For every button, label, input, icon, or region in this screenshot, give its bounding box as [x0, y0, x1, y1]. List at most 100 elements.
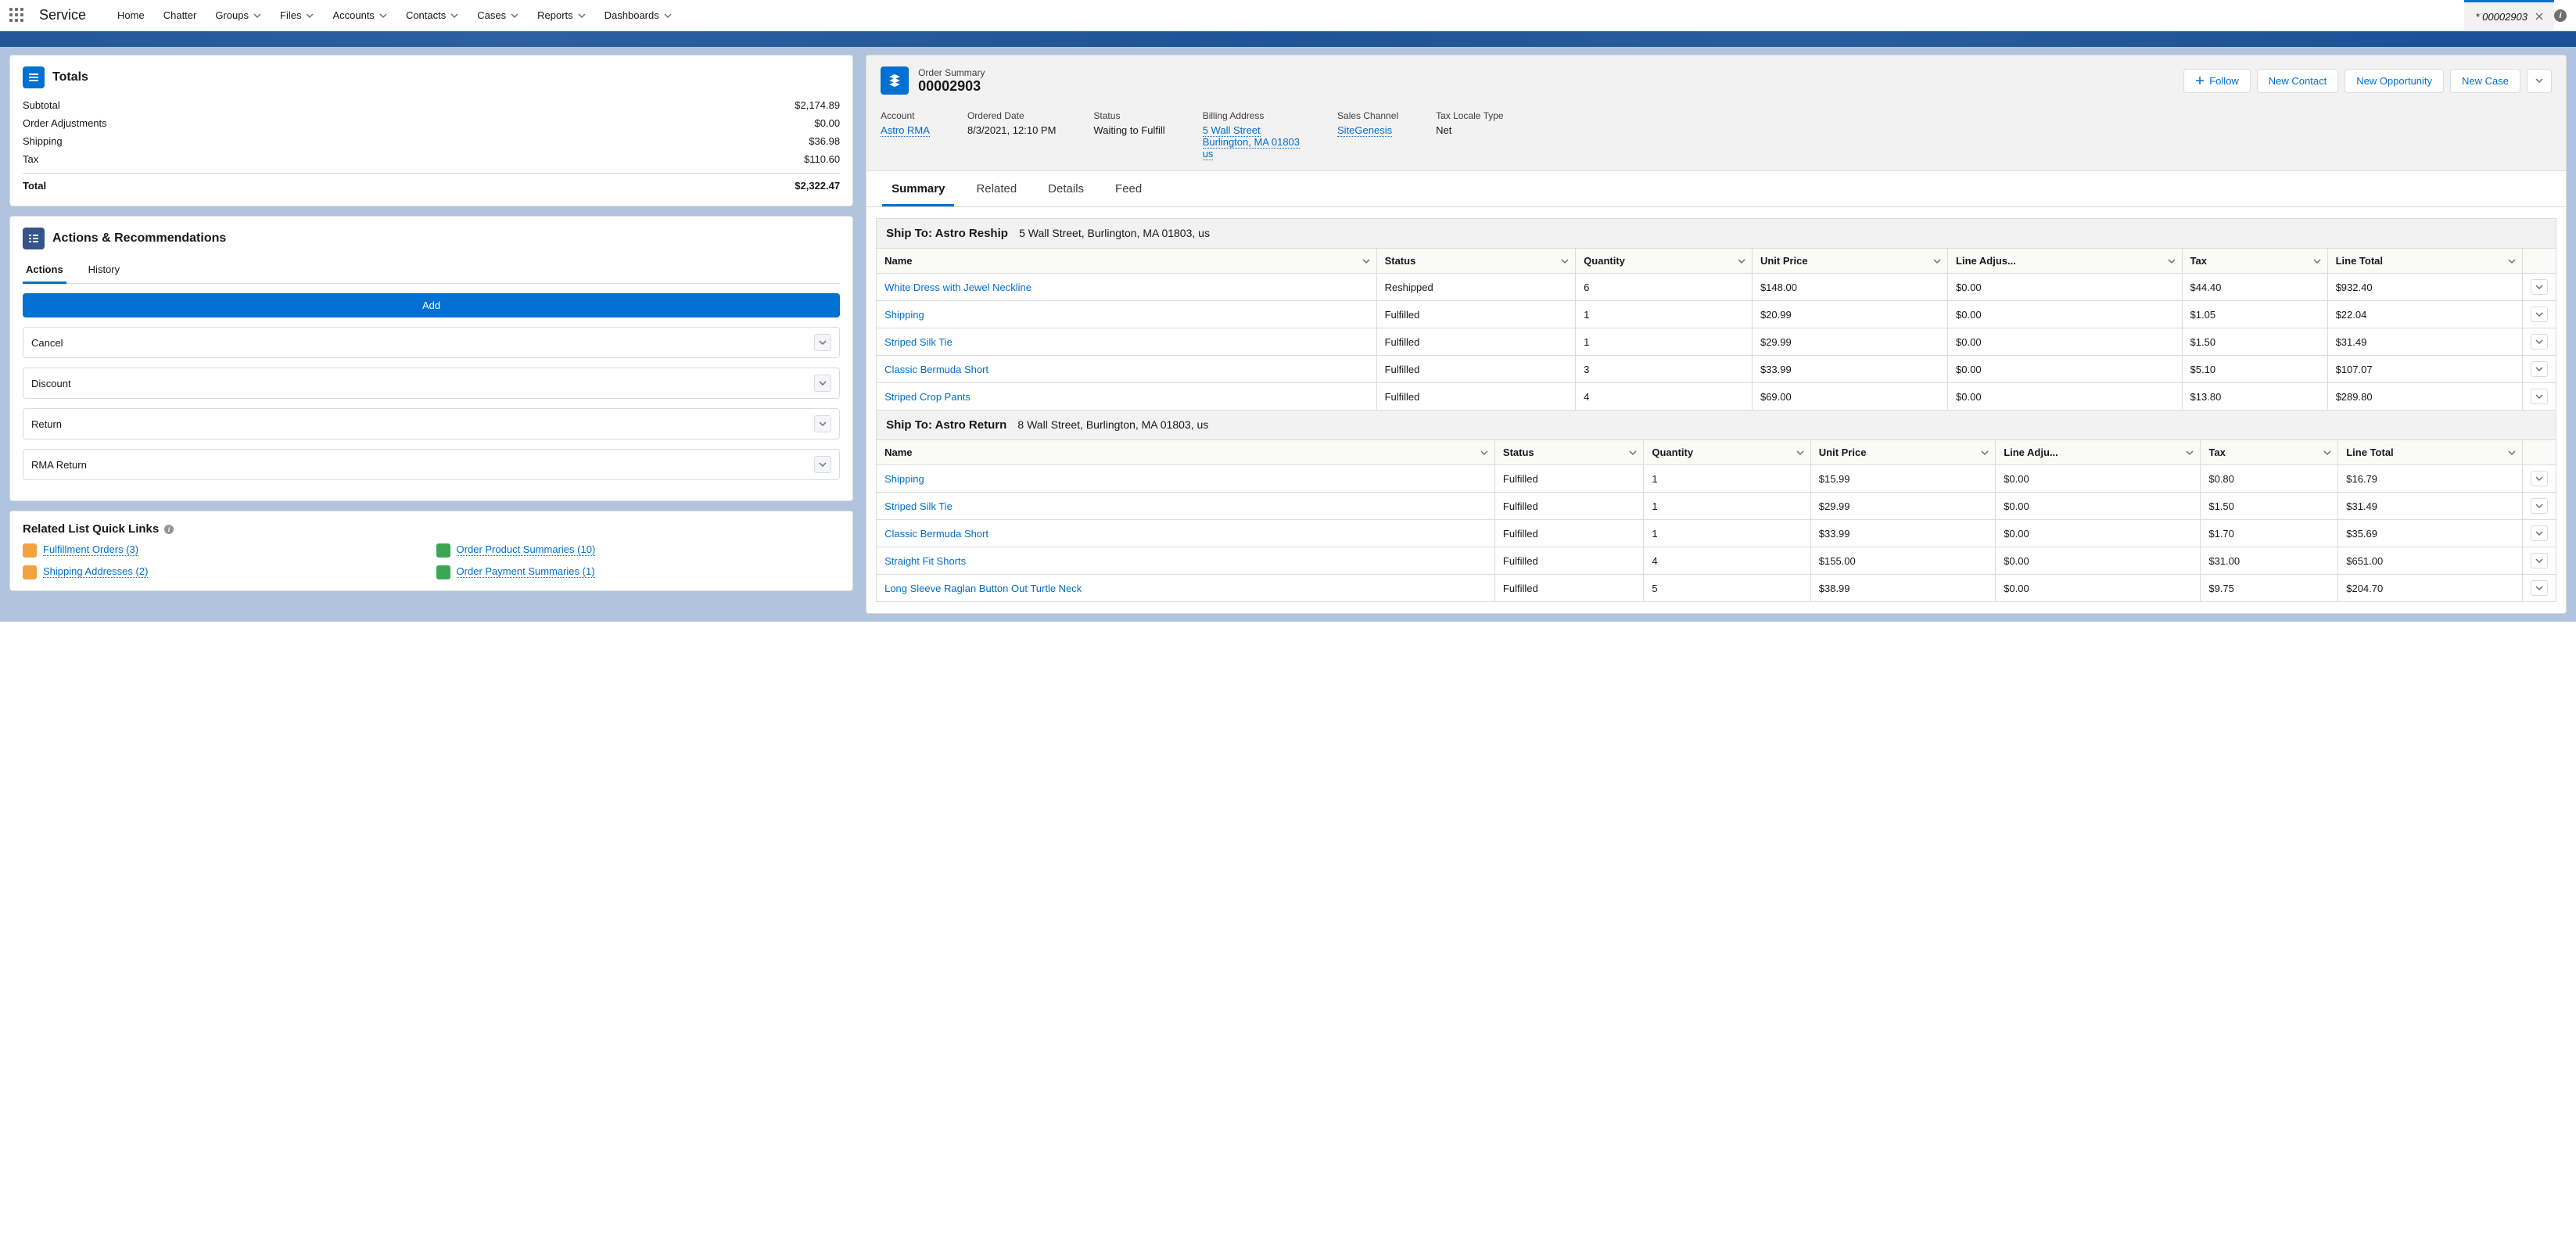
action-option-label: Discount: [31, 378, 71, 389]
new-contact-button[interactable]: New Contact: [2257, 69, 2338, 93]
tab-actions[interactable]: Actions: [23, 257, 66, 283]
product-link[interactable]: Striped Silk Tie: [884, 336, 953, 348]
tab-summary[interactable]: Summary: [876, 171, 960, 206]
col-name[interactable]: Name: [877, 249, 1376, 274]
cell-status: Fulfilled: [1494, 547, 1643, 575]
nav-item-contacts[interactable]: Contacts: [396, 0, 468, 30]
cell-status: Fulfilled: [1494, 493, 1643, 520]
action-option-label: Cancel: [31, 337, 63, 349]
nav-item-home[interactable]: Home: [108, 0, 154, 30]
col-tax[interactable]: Tax: [2182, 249, 2327, 274]
close-icon[interactable]: [2535, 13, 2543, 20]
workspace-tab-active[interactable]: * 00002903: [2464, 0, 2554, 30]
channel-link[interactable]: SiteGenesis: [1337, 124, 1392, 137]
table-row: Classic Bermuda ShortFulfilled1$33.99$0.…: [877, 520, 2556, 547]
col-adj[interactable]: Line Adju...: [1996, 440, 2201, 465]
product-link[interactable]: Straight Fit Shorts: [884, 555, 966, 567]
app-launcher-icon[interactable]: [9, 8, 25, 23]
follow-button[interactable]: Follow: [2183, 69, 2251, 93]
cell-qty: 1: [1644, 520, 1810, 547]
account-link[interactable]: Astro RMA: [881, 124, 930, 137]
product-link[interactable]: Shipping: [884, 309, 924, 321]
col-total[interactable]: Line Total: [2327, 249, 2522, 274]
nav-item-files[interactable]: Files: [271, 0, 323, 30]
rlql-link[interactable]: Shipping Addresses (2): [43, 565, 148, 578]
row-menu-button[interactable]: [2531, 553, 2548, 568]
col-tax[interactable]: Tax: [2201, 440, 2338, 465]
col-total[interactable]: Line Total: [2338, 440, 2523, 465]
col-adj[interactable]: Line Adjus...: [1948, 249, 2182, 274]
chevron-down-icon: [814, 375, 831, 392]
cell-name: Long Sleeve Raglan Button Out Turtle Nec…: [877, 575, 1495, 602]
billing-line3[interactable]: us: [1203, 148, 1214, 160]
actions-icon: [23, 228, 45, 249]
cell-unit: $20.99: [1752, 301, 1947, 328]
nav-item-chatter[interactable]: Chatter: [154, 0, 206, 30]
object-label: Order Summary: [918, 67, 985, 78]
add-button[interactable]: Add: [23, 293, 840, 317]
cell-name: White Dress with Jewel Neckline: [877, 274, 1376, 301]
action-option-cancel[interactable]: Cancel: [23, 327, 840, 358]
col-unit[interactable]: Unit Price: [1752, 249, 1947, 274]
table-row: ShippingFulfilled1$15.99$0.00$0.80$16.79: [877, 465, 2556, 493]
col-status[interactable]: Status: [1376, 249, 1576, 274]
new-case-button[interactable]: New Case: [2450, 69, 2520, 93]
tab-history[interactable]: History: [85, 257, 123, 283]
action-option-discount[interactable]: Discount: [23, 368, 840, 399]
product-link[interactable]: Long Sleeve Raglan Button Out Turtle Nec…: [884, 583, 1082, 594]
app-name: Service: [39, 7, 86, 23]
cell-adj: $0.00: [1996, 465, 2201, 493]
rlql-link[interactable]: Fulfillment Orders (3): [43, 543, 138, 556]
chevron-down-icon: [253, 12, 261, 20]
billing-line2[interactable]: Burlington, MA 01803: [1203, 136, 1300, 149]
action-option-return[interactable]: Return: [23, 408, 840, 439]
action-option-rma-return[interactable]: RMA Return: [23, 449, 840, 480]
cell-name: Striped Silk Tie: [877, 493, 1495, 520]
row-menu-button[interactable]: [2531, 361, 2548, 377]
tab-feed[interactable]: Feed: [1100, 171, 1157, 206]
row-menu-button[interactable]: [2531, 334, 2548, 350]
info-icon[interactable]: i: [2554, 9, 2567, 22]
new-opportunity-button[interactable]: New Opportunity: [2345, 69, 2444, 93]
nav-item-dashboards[interactable]: Dashboards: [595, 0, 681, 30]
nav-item-reports[interactable]: Reports: [528, 0, 595, 30]
rlql-icon: [436, 543, 450, 558]
cell-unit: $15.99: [1810, 465, 1995, 493]
col-status[interactable]: Status: [1494, 440, 1643, 465]
col-qty[interactable]: Quantity: [1644, 440, 1810, 465]
row-menu-button[interactable]: [2531, 580, 2548, 596]
cell-status: Reshipped: [1376, 274, 1576, 301]
left-column: Totals Subtotal$2,174.89Order Adjustment…: [9, 55, 853, 614]
nav-item-groups[interactable]: Groups: [206, 0, 271, 30]
tab-details[interactable]: Details: [1032, 171, 1100, 206]
row-menu-button[interactable]: [2531, 498, 2548, 514]
field-label: Ordered Date: [967, 110, 1056, 121]
help-icon[interactable]: i: [163, 524, 174, 535]
product-link[interactable]: Striped Silk Tie: [884, 500, 953, 512]
col-qty[interactable]: Quantity: [1576, 249, 1753, 274]
nav-item-accounts[interactable]: Accounts: [323, 0, 396, 30]
billing-line1[interactable]: 5 Wall Street: [1203, 124, 1261, 137]
row-menu-button[interactable]: [2531, 471, 2548, 486]
more-actions-button[interactable]: [2527, 69, 2552, 93]
product-link[interactable]: Shipping: [884, 473, 924, 485]
product-link[interactable]: Classic Bermuda Short: [884, 528, 988, 540]
cell-action: [2523, 383, 2556, 411]
page-layout: Totals Subtotal$2,174.89Order Adjustment…: [0, 47, 2576, 622]
col-unit[interactable]: Unit Price: [1810, 440, 1995, 465]
row-menu-button[interactable]: [2531, 389, 2548, 404]
rlql-link[interactable]: Order Product Summaries (10): [457, 543, 596, 556]
row-menu-button[interactable]: [2531, 525, 2548, 541]
row-menu-button[interactable]: [2531, 279, 2548, 295]
col-name[interactable]: Name: [877, 440, 1495, 465]
cell-qty: 6: [1576, 274, 1753, 301]
tab-related[interactable]: Related: [960, 171, 1032, 206]
product-link[interactable]: Striped Crop Pants: [884, 391, 970, 403]
product-link[interactable]: White Dress with Jewel Neckline: [884, 282, 1031, 293]
row-menu-button[interactable]: [2531, 307, 2548, 322]
nav-item-cases[interactable]: Cases: [468, 0, 528, 30]
product-link[interactable]: Classic Bermuda Short: [884, 364, 988, 375]
cell-total: $289.80: [2327, 383, 2522, 411]
field-label: Status: [1093, 110, 1164, 121]
rlql-link[interactable]: Order Payment Summaries (1): [457, 565, 595, 578]
